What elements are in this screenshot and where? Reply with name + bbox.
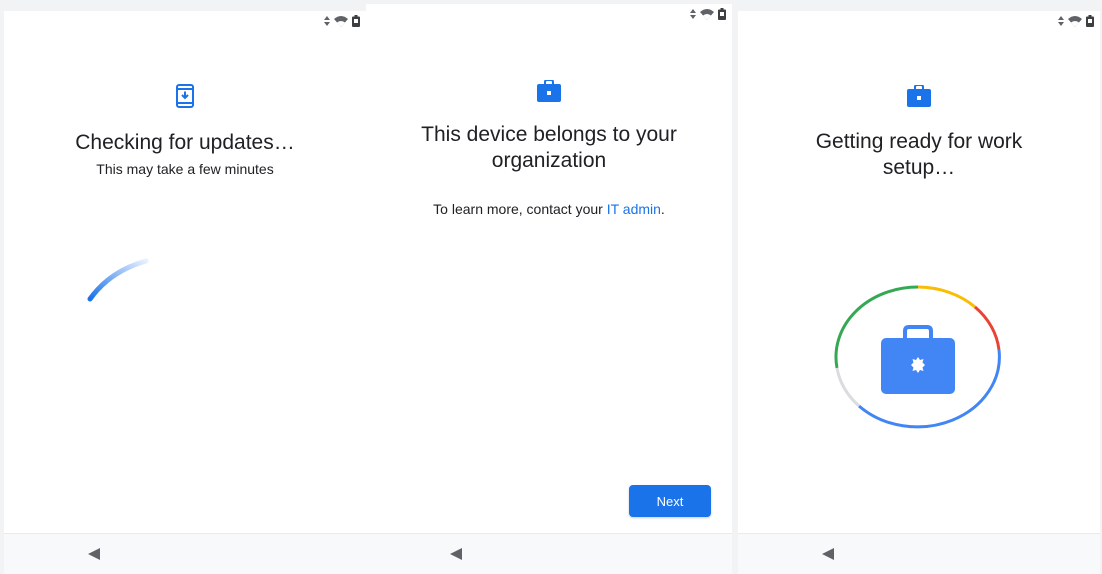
battery-icon xyxy=(718,8,726,20)
it-admin-link[interactable]: IT admin xyxy=(607,201,661,217)
status-bar xyxy=(690,4,726,24)
status-bar xyxy=(324,11,360,31)
body-text-prefix: To learn more, contact your xyxy=(433,201,607,217)
back-triangle-icon[interactable] xyxy=(822,548,834,560)
wifi-icon xyxy=(1068,15,1082,27)
navigation-bar xyxy=(366,533,732,574)
page-subtitle: This may take a few minutes xyxy=(96,161,274,177)
page-title: Checking for updates… xyxy=(75,131,295,154)
page-title-line-2: organization xyxy=(491,149,607,172)
next-button[interactable]: Next xyxy=(629,485,711,517)
page-title-line-1: Getting ready for work xyxy=(815,130,1023,153)
work-profile-ring xyxy=(834,285,1001,429)
wifi-icon xyxy=(700,8,714,20)
work-setup-screen: Getting ready for work setup… xyxy=(738,11,1100,574)
battery-icon xyxy=(352,15,360,27)
signal-arrows-icon xyxy=(690,9,696,19)
signal-arrows-icon xyxy=(1058,16,1064,26)
system-update-icon xyxy=(176,84,194,108)
large-briefcase-icon xyxy=(881,325,955,394)
page-title-line-2: setup… xyxy=(882,156,956,179)
body-text: To learn more, contact your IT admin. xyxy=(366,200,732,218)
back-triangle-icon[interactable] xyxy=(450,548,462,560)
briefcase-icon xyxy=(537,80,561,102)
progress-spinner xyxy=(87,258,149,302)
briefcase-icon xyxy=(907,85,931,107)
navigation-bar xyxy=(738,533,1100,574)
device-ownership-screen: This device belongs to your organization… xyxy=(366,4,732,574)
battery-icon xyxy=(1086,15,1094,27)
navigation-bar xyxy=(4,533,366,574)
status-bar xyxy=(1058,11,1094,31)
signal-arrows-icon xyxy=(324,16,330,26)
page-title-line-1: This device belongs to your xyxy=(421,123,677,146)
back-triangle-icon[interactable] xyxy=(88,548,100,560)
wifi-icon xyxy=(334,15,348,27)
body-text-suffix: . xyxy=(660,201,665,217)
checking-updates-screen: Checking for updates… This may take a fe… xyxy=(4,11,366,574)
